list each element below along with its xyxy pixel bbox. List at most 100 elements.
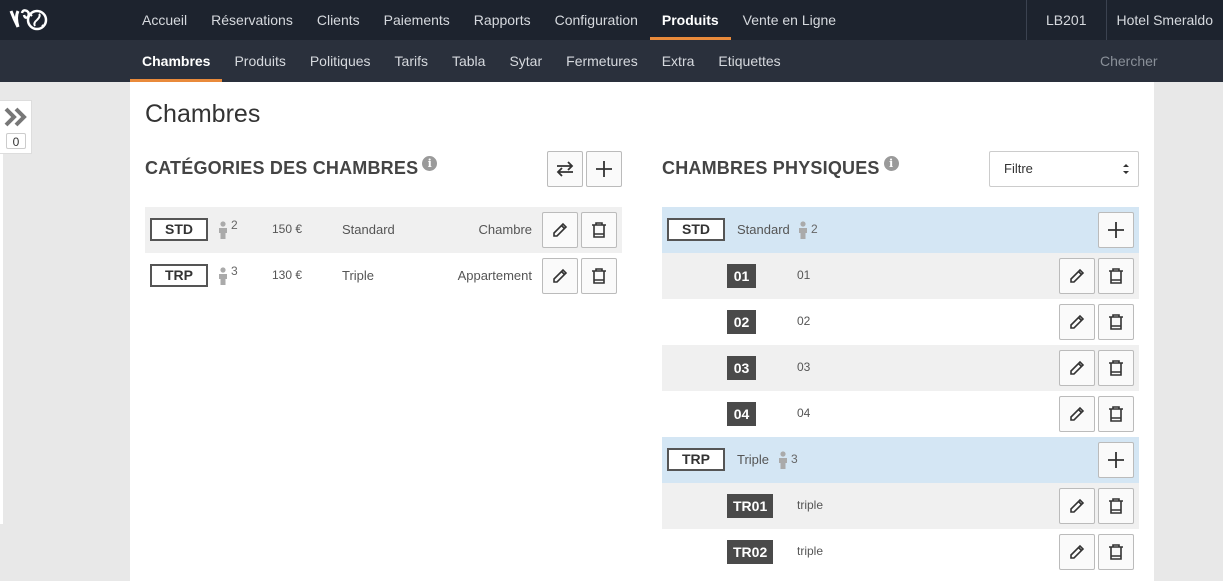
room-name: 02 xyxy=(797,314,811,328)
filter-select-value: Filtre xyxy=(1004,161,1033,176)
edit-room-button[interactable] xyxy=(1059,258,1095,294)
room-row: 02 02 xyxy=(662,299,1139,345)
edit-room-button[interactable] xyxy=(1059,304,1095,340)
edit-category-button[interactable] xyxy=(542,258,578,294)
delete-room-button[interactable] xyxy=(1098,350,1134,386)
sub-navbar: Chambres Produits Politiques Tarifs Tabla Syt… xyxy=(0,40,1223,82)
trash-icon xyxy=(592,268,606,284)
room-name: triple xyxy=(797,544,824,558)
logo-icon[interactable] xyxy=(8,7,48,33)
top-right-area: LB201 Hotel Smeraldo xyxy=(1026,0,1223,40)
category-price: 130 € xyxy=(272,268,303,282)
add-category-button[interactable] xyxy=(586,151,622,187)
subnav-item[interactable]: Extra xyxy=(650,40,707,82)
room-row: 04 04 xyxy=(662,391,1139,437)
category-name: Standard xyxy=(342,222,395,237)
subnav-item[interactable]: Sytar xyxy=(497,40,554,82)
trash-icon xyxy=(1109,360,1123,376)
add-room-button[interactable] xyxy=(1098,442,1134,478)
side-panel-count: 0 xyxy=(6,133,26,149)
pencil-icon xyxy=(1070,406,1085,421)
subnav-item[interactable]: Politiques xyxy=(298,40,383,82)
categories-section-title: CATÉGORIES DES CHAMBRES i xyxy=(145,156,438,179)
delete-room-button[interactable] xyxy=(1098,534,1134,570)
subnav-item[interactable]: Produits xyxy=(222,40,297,82)
nav-item[interactable]: Accueil xyxy=(130,0,199,40)
category-capacity: 3 xyxy=(231,264,238,278)
room-code: TR02 xyxy=(727,540,774,564)
subnav-item[interactable]: Fermetures xyxy=(554,40,650,82)
subnav-item[interactable]: Tarifs xyxy=(383,40,440,82)
nav-item[interactable]: Vente en Ligne xyxy=(731,0,848,40)
nav-item[interactable]: Produits xyxy=(649,0,731,40)
room-group-name: Triple xyxy=(737,452,770,467)
category-price: 150 € xyxy=(272,222,303,236)
category-row: TRP 3 130 € Triple Appartement xyxy=(145,253,622,299)
pencil-icon xyxy=(1070,360,1085,375)
subnav-item[interactable]: Tabla xyxy=(440,40,497,82)
trash-icon xyxy=(1109,406,1123,422)
edit-room-button[interactable] xyxy=(1059,534,1095,570)
delete-room-button[interactable] xyxy=(1098,396,1134,432)
subnav-item[interactable]: Chambres xyxy=(130,40,223,82)
side-panel-toggle[interactable]: 0 xyxy=(0,100,32,154)
room-group-capacity: 2 xyxy=(811,222,818,236)
edit-room-button[interactable] xyxy=(1059,396,1095,432)
room-code: 04 xyxy=(727,402,756,426)
info-icon[interactable]: i xyxy=(422,156,438,171)
plus-icon xyxy=(1108,222,1124,238)
person-icon xyxy=(799,221,807,239)
room-row: 01 01 xyxy=(662,253,1139,299)
pencil-icon xyxy=(1070,268,1085,283)
category-type: Chambre xyxy=(478,222,532,237)
room-group-capacity: 3 xyxy=(791,452,798,466)
delete-category-button[interactable] xyxy=(581,258,617,294)
room-group-name: Standard xyxy=(737,222,790,237)
delete-room-button[interactable] xyxy=(1098,488,1134,524)
category-row: STD 2 150 € Standard Chambre xyxy=(145,207,622,253)
side-panel-edge xyxy=(0,154,3,524)
nav-item[interactable]: Paiements xyxy=(372,0,462,40)
room-row: TR01 triple xyxy=(662,483,1139,529)
room-group-row: TRP Triple 3 xyxy=(662,437,1139,483)
filter-select[interactable]: Filtre xyxy=(989,151,1139,187)
room-group-row: STD Standard 2 xyxy=(662,207,1139,253)
add-room-button[interactable] xyxy=(1098,212,1134,248)
select-arrows-icon xyxy=(1123,164,1129,174)
pencil-icon xyxy=(553,268,568,283)
category-type: Appartement xyxy=(457,268,532,283)
edit-room-button[interactable] xyxy=(1059,350,1095,386)
hotel-name[interactable]: Hotel Smeraldo xyxy=(1105,0,1223,40)
nav-item[interactable]: Rapports xyxy=(462,0,543,40)
pencil-icon xyxy=(1070,498,1085,513)
nav-item[interactable]: Clients xyxy=(305,0,372,40)
swap-categories-button[interactable] xyxy=(547,151,583,187)
top-navbar: Accueil Réservations Clients Paiements Rappo… xyxy=(0,0,1223,40)
room-name: 01 xyxy=(797,268,811,282)
room-row: TR02 triple xyxy=(662,529,1139,575)
room-name: 04 xyxy=(797,406,811,420)
nav-item[interactable]: Réservations xyxy=(199,0,305,40)
room-name: 03 xyxy=(797,360,811,374)
nav-item[interactable]: Configuration xyxy=(543,0,650,40)
account-code[interactable]: LB201 xyxy=(1026,0,1105,40)
category-name: Triple xyxy=(342,268,375,283)
subnav-item[interactable]: Etiquettes xyxy=(706,40,792,82)
category-code: STD xyxy=(150,218,208,241)
room-row: 03 03 xyxy=(662,345,1139,391)
edit-category-button[interactable] xyxy=(542,212,578,248)
room-code: 03 xyxy=(727,356,756,380)
main-panel: Chambres CATÉGORIES DES CHAMBRES i CHAMBR… xyxy=(130,82,1154,581)
delete-room-button[interactable] xyxy=(1098,304,1134,340)
delete-room-button[interactable] xyxy=(1098,258,1134,294)
search-input[interactable] xyxy=(1100,49,1210,73)
edit-room-button[interactable] xyxy=(1059,488,1095,524)
delete-category-button[interactable] xyxy=(581,212,617,248)
info-icon[interactable]: i xyxy=(883,156,899,171)
top-nav-menu: Accueil Réservations Clients Paiements Rappo… xyxy=(130,0,848,40)
room-group-code: TRP xyxy=(667,448,725,471)
pencil-icon xyxy=(553,222,568,237)
double-chevron-right-icon xyxy=(4,107,27,127)
person-icon xyxy=(219,267,227,285)
category-capacity: 2 xyxy=(231,218,238,232)
